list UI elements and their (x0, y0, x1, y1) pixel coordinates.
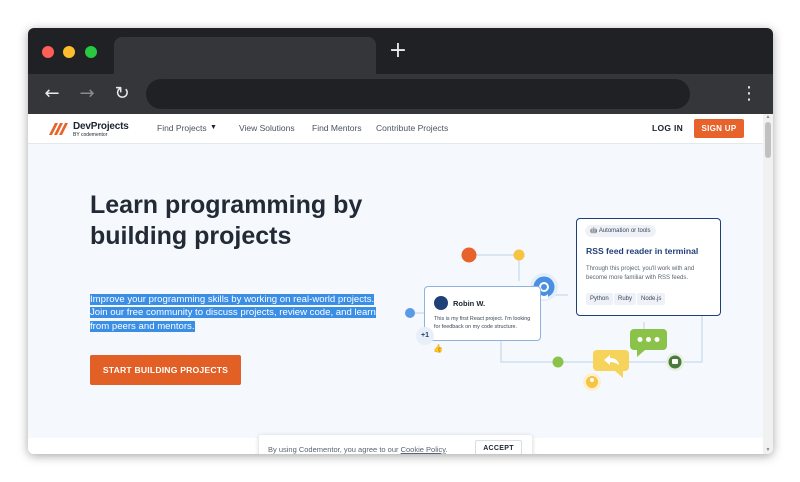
project-card[interactable]: 🤖 Automation or tools RSS feed reader in… (576, 218, 721, 316)
browser-window: + ← → ↻ ⋮ DevProjects BY codementor Find… (28, 28, 773, 454)
vertical-dots-icon[interactable]: ⋮ (740, 83, 758, 105)
bot-icon (666, 353, 684, 371)
comment-author: Robin W. (453, 299, 486, 308)
minimize-window-button[interactable] (63, 46, 75, 58)
address-bar[interactable] (146, 79, 690, 109)
browser-titlebar: + (28, 28, 773, 74)
yellow-dot (513, 249, 525, 261)
project-title: RSS feed reader in terminal (586, 246, 699, 256)
plus-one-badge: +1 (416, 327, 434, 345)
orange-dot (461, 247, 477, 263)
cookie-message: By using Codementor, you agree to our Co… (268, 445, 448, 454)
avatar (434, 296, 448, 310)
cookie-suffix: . (445, 445, 448, 454)
comment-card[interactable]: Robin W. This is my first React project.… (424, 286, 541, 341)
arrow-left-icon[interactable]: ← (41, 83, 63, 105)
project-description: Through this project, you'll work with a… (586, 266, 695, 281)
robot-icon: 🤖 (590, 228, 599, 234)
comment-text: This is my first React project. I'm look… (434, 316, 531, 330)
scroll-down-arrow-icon[interactable]: ▼ (765, 448, 771, 453)
tech-chip: Ruby (614, 293, 637, 305)
arrow-right-icon[interactable]: → (76, 83, 98, 105)
scrollbar[interactable]: ▲ ▼ (763, 114, 773, 454)
reload-icon[interactable]: ↻ (111, 83, 133, 105)
maximize-window-button[interactable] (85, 46, 97, 58)
tech-chip: Python (586, 293, 613, 305)
tech-chip: Node.js (637, 293, 666, 305)
project-category-tag: 🤖 Automation or tools (585, 225, 656, 237)
cookie-text: By using Codementor, you agree to our (268, 445, 399, 454)
blue-dot (405, 308, 415, 318)
browser-toolbar: ← → ↻ ⋮ (28, 74, 773, 114)
browser-tab[interactable] (114, 37, 376, 74)
reply-icon (593, 350, 629, 378)
cookie-policy-link[interactable]: Cookie Policy (401, 445, 446, 454)
page-viewport: DevProjects BY codementor Find Projects … (28, 114, 773, 454)
scroll-up-arrow-icon[interactable]: ▲ (765, 115, 771, 120)
scrollbar-thumb[interactable] (765, 122, 771, 158)
cookie-banner: By using Codementor, you agree to our Co… (259, 435, 532, 454)
thumbs-up-icon[interactable]: 👍 (433, 344, 443, 353)
project-category-label: Automation or tools (598, 228, 651, 234)
plus-icon[interactable]: + (388, 40, 408, 62)
user-avatar-icon (583, 373, 601, 391)
chat-bubble-icon (630, 329, 667, 357)
close-window-button[interactable] (42, 46, 54, 58)
green-dot (552, 356, 564, 368)
accept-cookies-button[interactable]: ACCEPT (475, 440, 522, 454)
